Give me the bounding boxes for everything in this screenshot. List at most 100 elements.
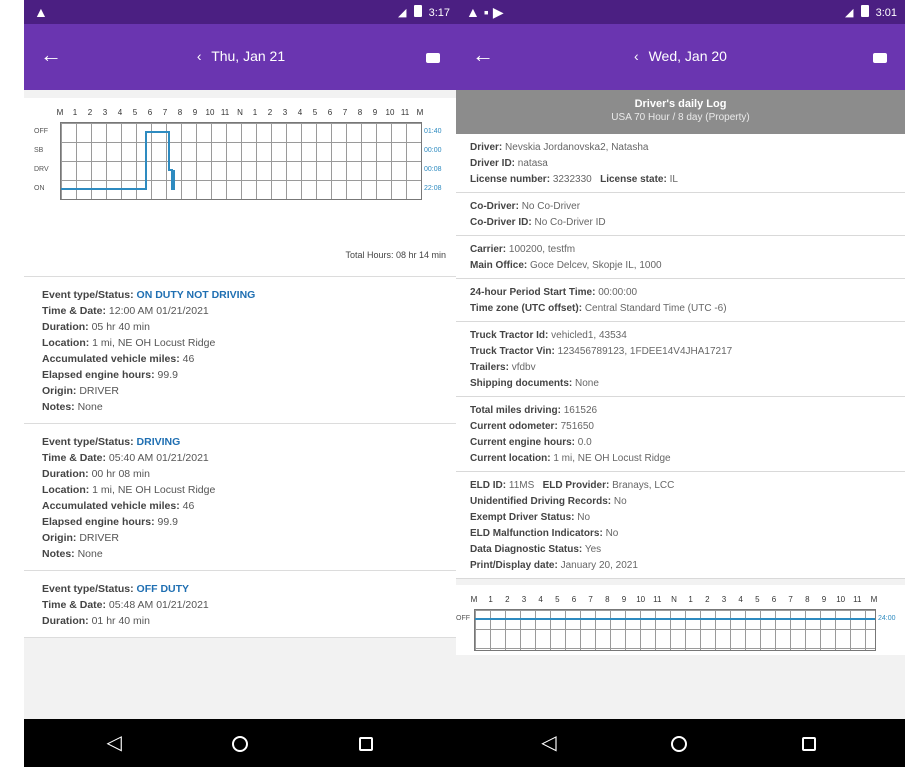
event-status: OFF DUTY [136, 583, 190, 595]
system-nav-bar: ◁ [456, 719, 905, 767]
info-row: Unidentified Driving Records: No [470, 494, 891, 510]
hour-label: 3 [721, 595, 727, 604]
status-labels: OFF [456, 609, 470, 628]
hour-label: M [470, 595, 478, 604]
status-label-off: OFF [456, 615, 470, 622]
info-value: 00:00:00 [598, 287, 638, 298]
info-label: Total miles driving: [470, 405, 561, 416]
hour-label: N [671, 595, 677, 604]
hour-label: 5 [132, 108, 138, 117]
info-row: Main Office: Goce Delcev, Skopje IL, 100… [470, 258, 891, 274]
info-row: Total miles driving: 161526 [470, 403, 891, 419]
daily-log-header: Driver's daily Log USA 70 Hour / 8 day (… [456, 90, 905, 134]
hour-label: 5 [312, 108, 318, 117]
event-notes: None [77, 548, 103, 560]
chevron-left-icon[interactable]: ‹ [197, 48, 202, 64]
info-label: Current odometer: [470, 421, 558, 432]
info-label: ELD ID: [470, 480, 507, 491]
left-phone-screen: ▲ ◢ 3:17 ← ‹ Thu, Jan 21 M 1 2 3 4 5 6 7 8 9 10 11 N… [24, 0, 458, 767]
date-selector[interactable]: ‹ Thu, Jan 21 [24, 48, 458, 64]
info-value: 0.0 [577, 437, 592, 448]
event-card[interactable]: Event type/Status: ON DUTY NOT DRIVING T… [24, 277, 458, 424]
hour-label: 8 [177, 108, 183, 117]
duty-line [61, 131, 175, 190]
info-row: Current odometer: 751650 [470, 419, 891, 435]
event-card[interactable]: Event type/Status: OFF DUTY Time & Date:… [24, 571, 458, 638]
daily-log-content[interactable]: Driver's daily Log USA 70 Hour / 8 day (… [456, 90, 905, 719]
info-value: vehicled1, 43534 [551, 330, 627, 341]
hour-label: 1 [252, 108, 258, 117]
info-block: Carrier: 100200, testfm Main Office: Goce… [456, 236, 905, 279]
hour-label: 10 [205, 108, 215, 117]
event-card[interactable]: Event type/Status: DRIVING Time & Date: … [24, 424, 458, 571]
hour-label: 9 [821, 595, 827, 604]
hour-label: 1 [688, 595, 693, 604]
info-label: Driver ID: [470, 158, 516, 169]
signal-icon: ◢ [397, 7, 407, 19]
info-row: Data Diagnostic Status: Yes [470, 542, 891, 558]
hour-label: 2 [267, 108, 273, 117]
info-value: No Co-Driver [521, 201, 581, 212]
nav-back-icon[interactable]: ◁ [537, 731, 561, 755]
info-value: 1 mi, NE OH Locust Ridge [553, 453, 671, 464]
info-block: Truck Tractor Id: vehicled1, 43534 Truck … [456, 322, 905, 397]
nav-home-icon[interactable] [228, 731, 252, 755]
event-status: ON DUTY NOT DRIVING [136, 289, 256, 301]
info-row: Current engine hours: 0.0 [470, 435, 891, 451]
system-nav-bar: ◁ [24, 719, 458, 767]
chevron-left-icon[interactable]: ‹ [634, 48, 639, 64]
field-label: Accumulated vehicle miles: [42, 500, 180, 512]
status-time: 3:01 [875, 7, 897, 19]
status-label-off: OFF [34, 128, 48, 135]
hour-label: 4 [538, 595, 543, 604]
email-icon[interactable] [426, 53, 440, 63]
field-label: Elapsed engine hours: [42, 369, 155, 381]
date-selector[interactable]: ‹ Wed, Jan 20 [456, 48, 905, 64]
info-row: 24-hour Period Start Time: 00:00:00 [470, 285, 891, 301]
field-label: Origin: [42, 385, 77, 397]
info-row: Current location: 1 mi, NE OH Locust Rid… [470, 451, 891, 467]
event-location: 1 mi, NE OH Locust Ridge [92, 337, 216, 349]
status-totals: 01:40 00:00 00:08 22:08 [424, 122, 442, 198]
hour-label: 1 [72, 108, 78, 117]
hour-label: 9 [372, 108, 378, 117]
info-value: January 20, 2021 [560, 560, 638, 571]
total-drv: 00:08 [424, 166, 442, 173]
info-label: Main Office: [470, 260, 528, 271]
nav-recents-icon[interactable] [354, 731, 378, 755]
email-icon[interactable] [873, 53, 887, 63]
nav-home-icon[interactable] [667, 731, 691, 755]
info-block: Co-Driver: No Co-Driver Co-Driver ID: No … [456, 193, 905, 236]
field-label: Location: [42, 484, 90, 496]
field-label: Origin: [42, 532, 77, 544]
hour-label: 11 [653, 595, 662, 604]
nav-recents-icon[interactable] [797, 731, 821, 755]
hour-label: 5 [755, 595, 760, 604]
event-duration: 05 hr 40 min [91, 321, 150, 333]
grid-area [474, 609, 876, 651]
event-miles: 46 [182, 500, 195, 512]
info-label: Exempt Driver Status: [470, 512, 575, 523]
duty-status-chart: M 1 2 3 4 5 6 7 8 9 10 11 N 1 2 3 4 5 6 7 8 9 10 11 M OFF SB DRV… [24, 98, 458, 277]
total-off: 01:40 [424, 128, 442, 135]
hour-label: 6 [327, 108, 333, 117]
status-bar: ▲▪▶ ◢ 3:01 [456, 0, 905, 24]
info-row: Truck Tractor Id: vehicled1, 43534 [470, 328, 891, 344]
hour-label: 4 [117, 108, 123, 117]
hour-label: 7 [162, 108, 168, 117]
grid-area [60, 122, 422, 200]
info-label: License number: [470, 174, 551, 185]
field-label: Time & Date: [42, 599, 106, 611]
info-label: Co-Driver ID: [470, 217, 532, 228]
info-row: Print/Display date: January 20, 2021 [470, 558, 891, 574]
info-block: Total miles driving: 161526 Current odome… [456, 397, 905, 472]
info-row: Truck Tractor Vin: 123456789123, 1FDEE14… [470, 344, 891, 360]
log-content[interactable]: M 1 2 3 4 5 6 7 8 9 10 11 N 1 2 3 4 5 6 7 8 9 10 11 M OFF SB DRV… [24, 90, 458, 719]
info-label: Carrier: [470, 244, 507, 255]
hour-label: N [237, 108, 243, 117]
daily-log-ruleset: USA 70 Hour / 8 day (Property) [611, 112, 750, 123]
nav-back-icon[interactable]: ◁ [102, 731, 126, 755]
event-duration: 00 hr 08 min [91, 468, 150, 480]
info-label: ELD Malfunction Indicators: [470, 528, 603, 539]
hour-label: 3 [282, 108, 288, 117]
